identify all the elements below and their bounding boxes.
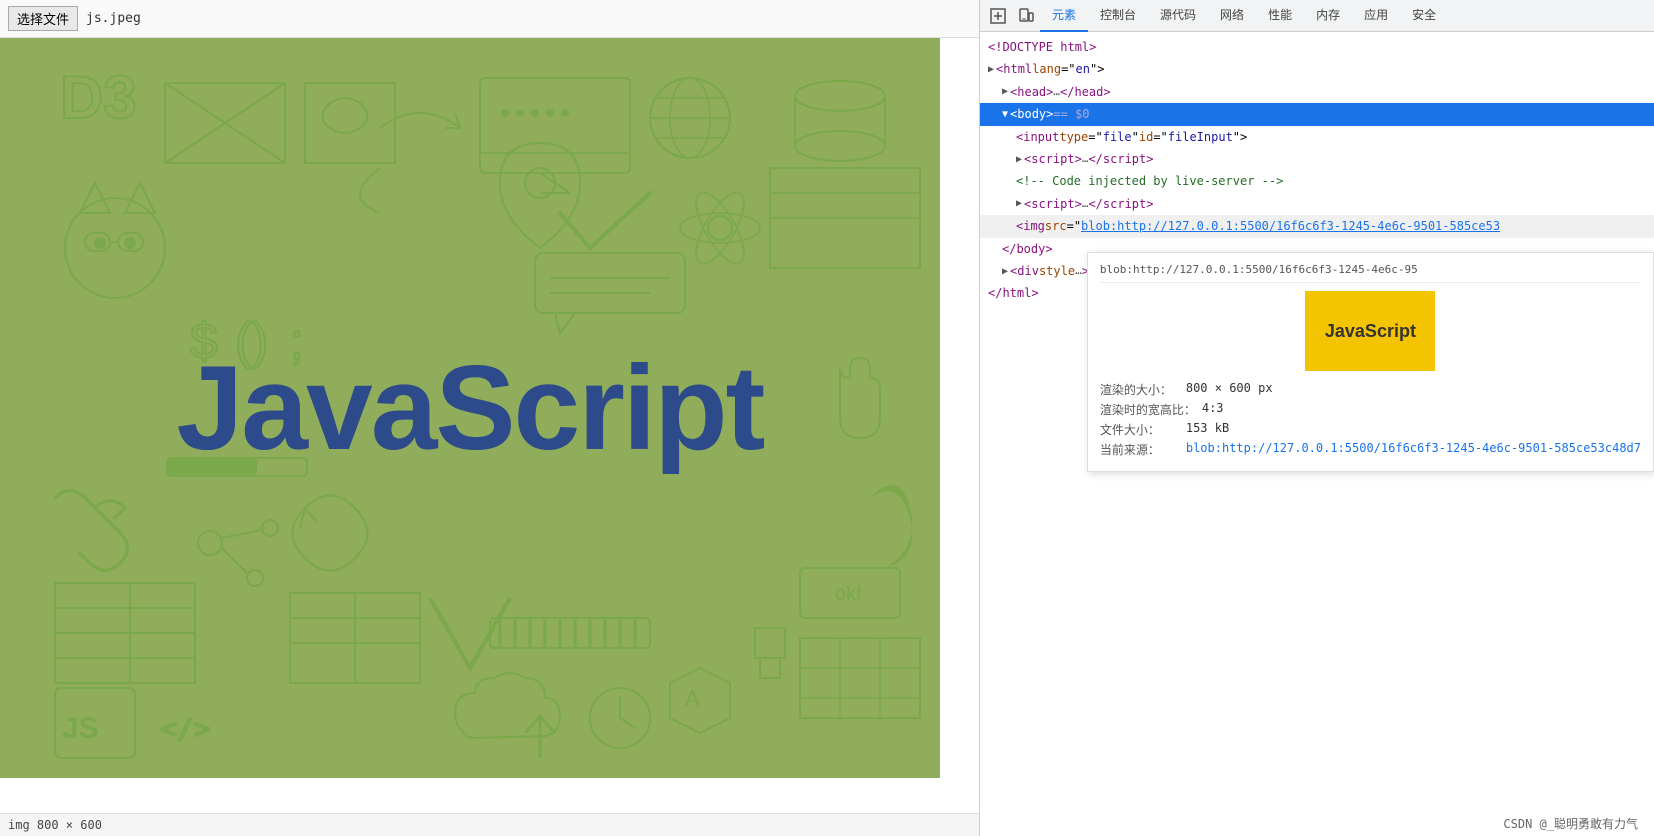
dom-line-body[interactable]: ▼ <body> == $0 <box>980 103 1654 125</box>
render-size-val: 800 × 600 px <box>1186 381 1273 395</box>
tab-network[interactable]: 网络 <box>1208 0 1256 32</box>
file-input-bar: 选择文件 js.jpeg <box>0 0 979 38</box>
device-icon[interactable] <box>1012 2 1040 30</box>
tooltip-file-size-row: 文件大小： 153 kB <box>1100 421 1641 438</box>
tooltip-source-row: 当前来源： blob:http://127.0.0.1:5500/16f6c6f… <box>1100 441 1641 458</box>
svg-text:</>: </> <box>160 712 211 745</box>
source-val[interactable]: blob:http://127.0.0.1:5500/16f6c6f3-1245… <box>1186 441 1641 455</box>
footer-text: CSDN @_聪明勇敢有力气 <box>1503 817 1638 831</box>
dom-line-head[interactable]: ▶ <head> … </head> <box>980 81 1654 103</box>
dom-line-script1[interactable]: ▶ <script> … </script> <box>980 148 1654 170</box>
image-preview-box: JavaScript <box>1305 291 1435 371</box>
expand-html[interactable]: ▶ <box>988 61 994 78</box>
left-panel: 选择文件 js.jpeg D3 <box>0 0 980 836</box>
image-tooltip: blob:http://127.0.0.1:5500/16f6c6f3-1245… <box>1087 252 1654 472</box>
image-container: D3 <box>0 38 979 813</box>
tab-application[interactable]: 应用 <box>1352 0 1400 32</box>
dom-line-script2[interactable]: ▶ <script> … </script> <box>980 193 1654 215</box>
tooltip-render-size-row: 渲染的大小： 800 × 600 px <box>1100 381 1641 398</box>
file-size-val: 153 kB <box>1186 421 1229 435</box>
file-size-key: 文件大小： <box>1100 421 1180 438</box>
expand-script1[interactable]: ▶ <box>1016 151 1022 168</box>
dom-line-comment: <!-- Code injected by live-server --> <box>980 170 1654 192</box>
tab-performance[interactable]: 性能 <box>1256 0 1304 32</box>
render-size-key: 渲染的大小： <box>1100 381 1180 398</box>
page-footer: CSDN @_聪明勇敢有力气 <box>1254 811 1654 836</box>
tooltip-url-bar: blob:http://127.0.0.1:5500/16f6c6f3-1245… <box>1100 263 1641 283</box>
dom-line-html[interactable]: ▶ <html lang="en"> <box>980 58 1654 80</box>
choose-file-button[interactable]: 选择文件 <box>8 6 78 31</box>
dom-line-img[interactable]: <img src="blob:http://127.0.0.1:5500/16f… <box>980 215 1654 237</box>
devtools-panel: 元素 控制台 源代码 网络 性能 内存 应用 安全 <!DOCTYPE html… <box>980 0 1654 836</box>
expand-div[interactable]: ▶ <box>1002 263 1008 280</box>
image-preview-label: JavaScript <box>1325 321 1416 342</box>
devtools-nav: 元素 控制台 源代码 网络 性能 内存 应用 安全 <box>980 0 1654 32</box>
js-title: JavaScript <box>176 339 763 477</box>
source-key: 当前来源： <box>1100 441 1180 458</box>
tab-security[interactable]: 安全 <box>1400 0 1448 32</box>
svg-text:JS: JS <box>62 712 99 745</box>
tab-memory[interactable]: 内存 <box>1304 0 1352 32</box>
expand-script2[interactable]: ▶ <box>1016 195 1022 212</box>
expand-body[interactable]: ▼ <box>1002 106 1008 123</box>
aspect-ratio-val: 4:3 <box>1202 401 1224 415</box>
tab-elements[interactable]: 元素 <box>1040 0 1088 32</box>
tab-sources[interactable]: 源代码 <box>1148 0 1208 32</box>
image-dimensions-label: img 800 × 600 <box>8 818 102 832</box>
inspector-icon[interactable] <box>984 2 1012 30</box>
aspect-ratio-key: 渲染时的宽高比： <box>1100 401 1196 418</box>
js-image: D3 <box>0 38 940 778</box>
expand-head[interactable]: ▶ <box>1002 83 1008 100</box>
dom-line-doctype: <!DOCTYPE html> <box>980 36 1654 58</box>
file-name-label: js.jpeg <box>86 11 141 26</box>
svg-text:ok!: ok! <box>835 583 862 605</box>
tooltip-aspect-ratio-row: 渲染时的宽高比： 4:3 <box>1100 401 1641 418</box>
dom-line-input[interactable]: <input type="file" id="fileInput"> <box>980 126 1654 148</box>
bottom-status-bar: img 800 × 600 <box>0 813 979 836</box>
svg-text:A: A <box>685 686 700 711</box>
svg-text:D3: D3 <box>60 64 137 131</box>
tab-console[interactable]: 控制台 <box>1088 0 1148 32</box>
right-panel-relative: <!DOCTYPE html> ▶ <html lang="en"> ▶ <he… <box>980 32 1654 836</box>
